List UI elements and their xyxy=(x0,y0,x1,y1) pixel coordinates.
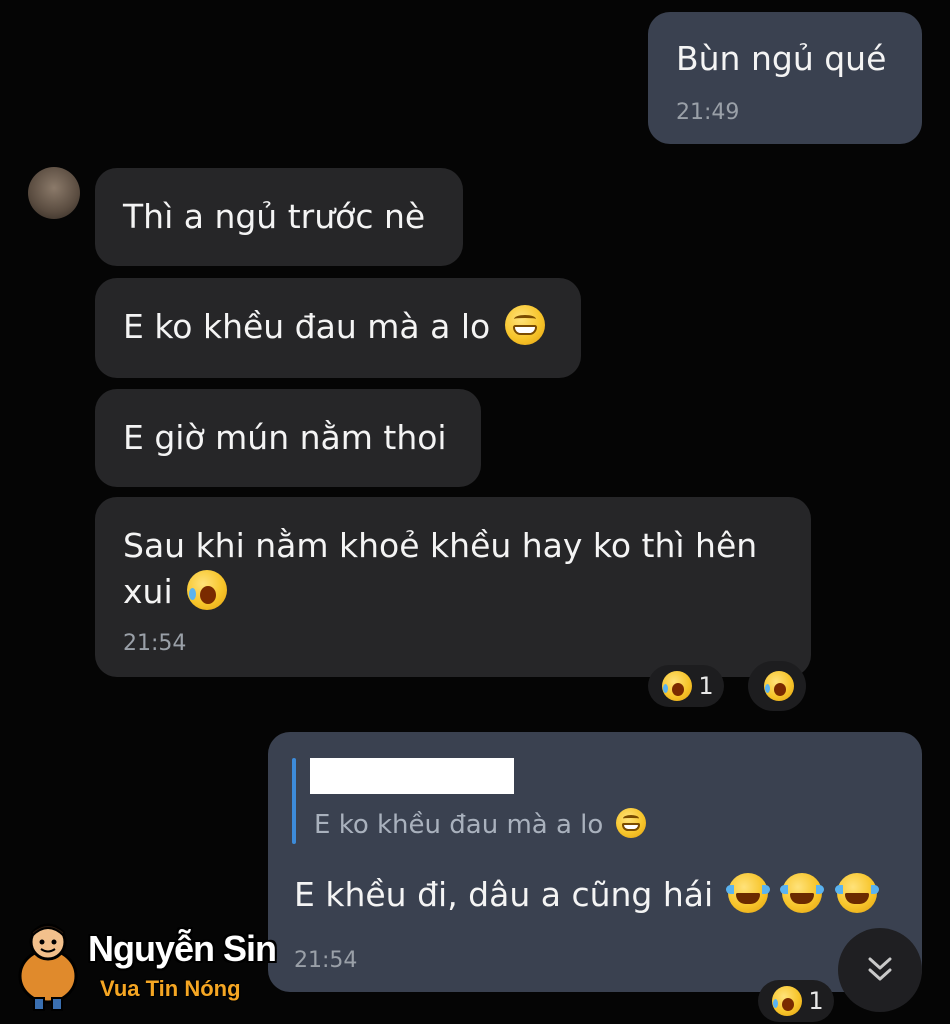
double-chevron-down-icon xyxy=(868,957,892,981)
message-bubble-incoming[interactable]: Sau khi nằm khoẻ khều hay ko thì hên xui… xyxy=(95,497,811,677)
message-text: Thì a ngủ trước nè xyxy=(123,197,426,236)
message-bubble-incoming[interactable]: E giờ mún nằm thoi xyxy=(95,389,481,487)
tears-of-joy-emoji-icon xyxy=(780,873,825,913)
message-timestamp: 21:54 xyxy=(294,948,358,973)
message-text-line: Sau khi nằm khoẻ khều hay ko thì hên xyxy=(123,526,758,565)
message-timestamp: 21:54 xyxy=(123,631,187,656)
message-text: Bùn ngủ qué xyxy=(676,39,887,78)
tears-of-joy-emoji-icon xyxy=(834,873,879,913)
screaming-face-emoji-icon xyxy=(662,671,693,701)
watermark-subtitle: Vua Tin Nóng xyxy=(100,976,241,1001)
message-text: E ko khều đau mà a lo xyxy=(123,304,545,350)
message-bubble-outgoing[interactable]: E ko khều đau mà a lo E khều đi, dâu a c… xyxy=(268,732,922,992)
watermark-title: Nguyễn Sin xyxy=(88,928,277,969)
message-text-content: E khều đi, dâu a cũng hái xyxy=(294,875,714,914)
add-reaction-button[interactable] xyxy=(748,661,806,711)
redacted-sender-name xyxy=(310,758,514,794)
reply-quote-text: E ko khều đau mà a lo xyxy=(314,810,604,840)
message-text-line: xui xyxy=(123,569,228,615)
screaming-face-emoji-icon xyxy=(772,986,803,1016)
tears-of-joy-emoji-icon xyxy=(725,873,770,913)
message-text: E khều đi, dâu a cũng hái xyxy=(294,872,879,918)
message-text-content: E ko khều đau mà a lo xyxy=(123,307,491,346)
contact-avatar[interactable] xyxy=(28,167,80,219)
message-text: E giờ mún nằm thoi xyxy=(123,418,447,457)
grinning-face-emoji-icon xyxy=(504,305,545,345)
reply-quote[interactable]: E ko khều đau mà a lo xyxy=(314,808,646,840)
reply-quote-bar xyxy=(292,758,296,844)
screaming-face-emoji-icon xyxy=(764,671,794,701)
reaction-count: 1 xyxy=(698,672,714,700)
scroll-to-bottom-button[interactable] xyxy=(838,928,922,1012)
reaction-count: 1 xyxy=(808,987,824,1015)
grinning-face-emoji-icon xyxy=(615,808,646,838)
screaming-face-emoji-icon xyxy=(187,570,228,610)
watermark-mascot-icon xyxy=(18,923,78,1011)
reaction-badge[interactable]: 1 xyxy=(648,665,724,707)
message-timestamp: 21:49 xyxy=(676,100,740,125)
message-bubble-outgoing[interactable]: Bùn ngủ qué 21:49 xyxy=(648,12,922,144)
message-text-content: xui xyxy=(123,572,173,611)
message-bubble-incoming[interactable]: E ko khều đau mà a lo xyxy=(95,278,581,378)
message-bubble-incoming[interactable]: Thì a ngủ trước nè xyxy=(95,168,463,266)
reaction-badge[interactable]: 1 xyxy=(758,980,834,1022)
